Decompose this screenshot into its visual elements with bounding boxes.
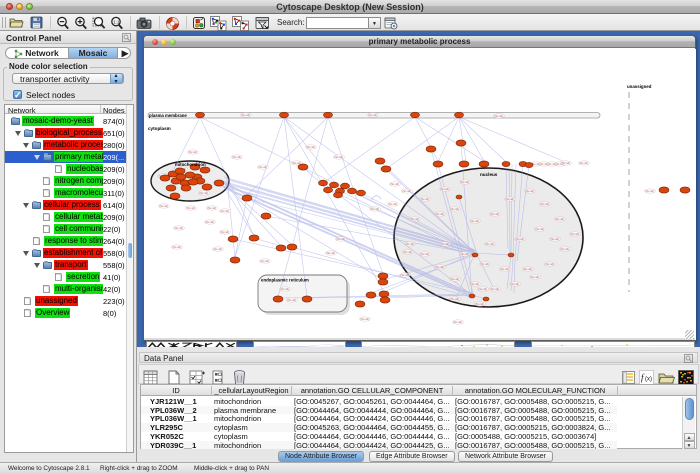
svg-text:(Sc.nd): (Sc.nd) [515, 237, 524, 241]
svg-text:(Sc.nd): (Sc.nd) [478, 287, 487, 291]
svg-text:(Sc.nd): (Sc.nd) [579, 161, 588, 165]
svg-text:(Sc.nd): (Sc.nd) [560, 247, 569, 251]
svg-text:nucleus: nucleus [480, 172, 498, 177]
svg-text:(Sc.nd): (Sc.nd) [326, 251, 335, 255]
svg-text:(Sc.nd): (Sc.nd) [368, 113, 377, 117]
svg-text:(Sc.nd): (Sc.nd) [440, 187, 449, 191]
svg-text:(Sc.nd): (Sc.nd) [220, 209, 229, 213]
svg-text:(Sc.nd): (Sc.nd) [570, 232, 579, 236]
svg-text:(Sc.nd): (Sc.nd) [287, 298, 296, 302]
svg-text:(Sc.nd): (Sc.nd) [334, 155, 343, 159]
svg-text:(Sc.nd): (Sc.nd) [540, 202, 549, 206]
svg-text:(Sc.nd): (Sc.nd) [207, 206, 216, 210]
svg-text:(Sc.nd): (Sc.nd) [561, 161, 570, 165]
svg-text:(Sc.nd): (Sc.nd) [490, 287, 499, 291]
svg-text:(Sc.nd): (Sc.nd) [370, 207, 379, 211]
svg-text:unassigned: unassigned [627, 84, 652, 89]
svg-text:(Sc.nd): (Sc.nd) [480, 262, 489, 266]
svg-text:(Sc.nd): (Sc.nd) [241, 113, 250, 117]
svg-text:(Sc.nd): (Sc.nd) [530, 275, 539, 279]
svg-text:(Sc.nd): (Sc.nd) [525, 189, 534, 193]
svg-text:(Sc.nd): (Sc.nd) [390, 182, 399, 186]
svg-text:(Sc.nd): (Sc.nd) [188, 150, 197, 154]
svg-text:(Sc.nd): (Sc.nd) [435, 265, 444, 269]
svg-text:1:1: 1:1 [113, 19, 120, 24]
svg-text:(Sc.nd): (Sc.nd) [420, 252, 429, 256]
svg-text:(Sc.nd): (Sc.nd) [205, 220, 214, 224]
svg-text:(Sc.nd): (Sc.nd) [280, 287, 289, 291]
svg-text:(Sc.nd): (Sc.nd) [405, 242, 414, 246]
svg-text:(Sc.nd): (Sc.nd) [336, 237, 345, 241]
svg-text:(Sc.nd): (Sc.nd) [174, 226, 183, 230]
svg-text:(Sc.nd): (Sc.nd) [220, 230, 229, 234]
svg-text:(Sc.nd): (Sc.nd) [453, 320, 462, 324]
svg-text:(Sc.nd): (Sc.nd) [388, 202, 397, 206]
svg-text:(Sc.nd): (Sc.nd) [490, 212, 499, 216]
svg-text:(Sc.nd): (Sc.nd) [460, 180, 469, 184]
svg-text:(Sc.nd): (Sc.nd) [470, 282, 479, 286]
svg-text:(Sc.nd): (Sc.nd) [172, 245, 181, 249]
svg-text:(Sc.nd): (Sc.nd) [232, 155, 241, 159]
svg-text:(Sc.nd): (Sc.nd) [450, 207, 459, 211]
svg-text:(Sc.nd): (Sc.nd) [213, 247, 222, 251]
svg-text:(Sc.nd): (Sc.nd) [260, 259, 269, 263]
svg-text:(Sc.nd): (Sc.nd) [550, 237, 559, 241]
svg-text:(Sc.nd): (Sc.nd) [450, 277, 459, 281]
svg-text:(Sc.nd): (Sc.nd) [410, 217, 419, 221]
svg-text:(Sc.nd): (Sc.nd) [402, 189, 411, 193]
svg-text:cytoplasm: cytoplasm [148, 126, 171, 131]
svg-text:(Sc.nd): (Sc.nd) [360, 317, 369, 321]
svg-text:(Sc.nd): (Sc.nd) [450, 297, 459, 301]
svg-text:mitochondrion: mitochondrion [175, 162, 206, 167]
svg-text:(Sc.nd): (Sc.nd) [258, 165, 267, 169]
svg-text:(Sc.nd): (Sc.nd) [435, 212, 444, 216]
svg-text:(Sc.nd): (Sc.nd) [199, 191, 208, 195]
svg-text:(Sc.nd): (Sc.nd) [485, 242, 494, 246]
svg-text:(Sc.nd): (Sc.nd) [470, 219, 479, 223]
svg-text:(Sc.nd): (Sc.nd) [545, 262, 554, 266]
svg-text:(Sc.nd): (Sc.nd) [440, 242, 449, 246]
svg-text:(Sc.nd): (Sc.nd) [494, 114, 503, 118]
svg-text:(x): (x) [645, 377, 652, 383]
svg-text:(Sc.nd): (Sc.nd) [523, 267, 532, 271]
svg-text:(Sc.nd): (Sc.nd) [555, 217, 564, 221]
svg-text:endoplasmic reticulum: endoplasmic reticulum [261, 278, 309, 283]
svg-text:(Sc.nd): (Sc.nd) [186, 206, 195, 210]
svg-text:(Sc.nd): (Sc.nd) [645, 189, 654, 193]
svg-text:plasma membrane: plasma membrane [149, 113, 187, 118]
svg-text:(Sc.nd): (Sc.nd) [159, 204, 168, 208]
svg-text:(Sc.nd): (Sc.nd) [420, 197, 429, 201]
svg-text:(Sc.nd): (Sc.nd) [306, 145, 315, 149]
svg-text:(Sc.nd): (Sc.nd) [400, 273, 409, 277]
svg-text:(Sc.nd): (Sc.nd) [535, 227, 544, 231]
svg-text:(Sc.nd): (Sc.nd) [460, 252, 469, 256]
svg-text:(Sc.nd): (Sc.nd) [475, 302, 484, 306]
svg-text:(Sc.nd): (Sc.nd) [403, 250, 412, 254]
svg-text:(Sc.nd): (Sc.nd) [510, 282, 519, 286]
svg-text:(Sc.nd): (Sc.nd) [505, 197, 514, 201]
svg-text:(Sc.nd): (Sc.nd) [500, 267, 509, 271]
